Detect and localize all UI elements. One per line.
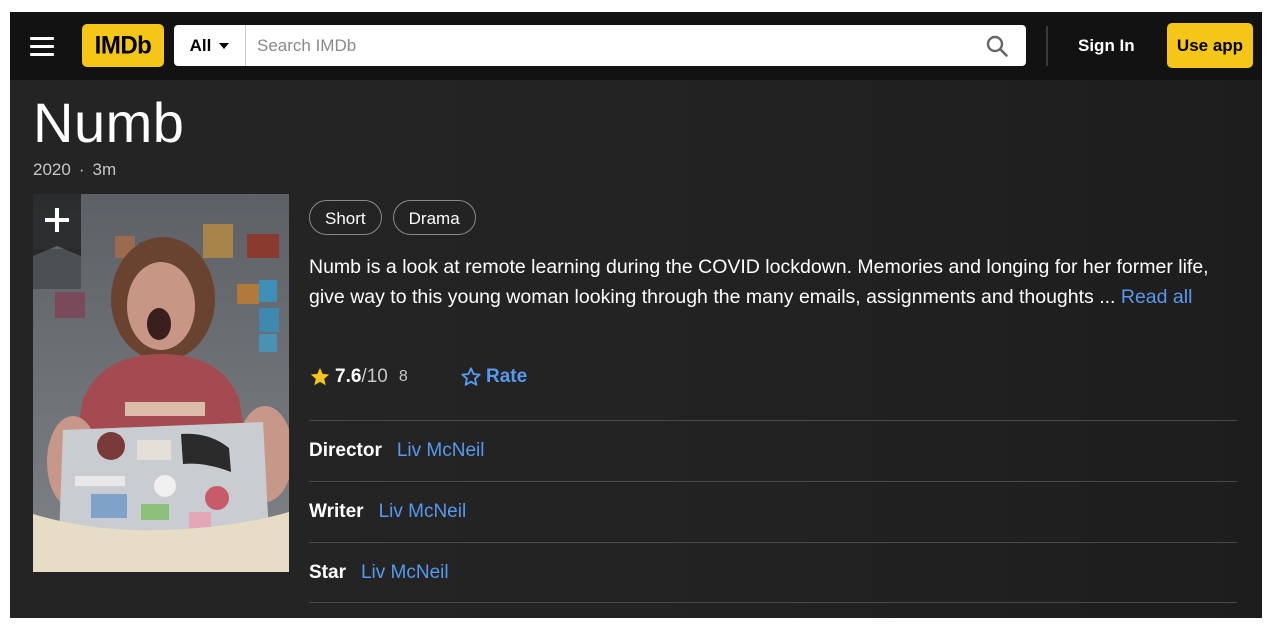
release-year[interactable]: 2020 — [33, 160, 71, 180]
credit-role-label[interactable]: Director — [309, 440, 382, 462]
plot-summary: Numb is a look at remote learning during… — [309, 252, 1209, 312]
menu-icon[interactable] — [24, 32, 60, 60]
search-bar: All — [174, 25, 1026, 66]
credit-name-link[interactable]: Liv McNeil — [397, 440, 485, 462]
add-to-watchlist-button[interactable] — [33, 194, 81, 260]
title-hero: Numb 2020 · 3m Short Drama Numb is a loo… — [10, 80, 1262, 618]
rate-label: Rate — [486, 366, 528, 387]
caret-down-icon — [219, 42, 230, 49]
poster-image[interactable] — [33, 194, 289, 572]
meta-separator: · — [78, 160, 85, 179]
credit-row-director: Director Liv McNeil — [309, 420, 1237, 481]
genre-chips: Short Drama — [309, 200, 476, 235]
search-input[interactable] — [246, 25, 968, 66]
imdb-rating[interactable]: 7.6 /10 8 — [309, 362, 408, 392]
title-metadata: 2020 · 3m — [33, 160, 116, 180]
read-all-link[interactable]: Read all — [1121, 286, 1193, 308]
genre-chip-short[interactable]: Short — [309, 200, 382, 235]
page-frame: IMDb All Sign In Use app Numb 2020 · 3m — [10, 12, 1262, 618]
use-app-button[interactable]: Use app — [1167, 23, 1253, 68]
imdb-logo[interactable]: IMDb — [82, 23, 164, 68]
credit-row-star: Star Liv McNeil — [309, 542, 1237, 603]
sign-in-button[interactable]: Sign In — [1070, 30, 1143, 62]
star-outline-icon — [461, 367, 481, 386]
credit-row-writer: Writer Liv McNeil — [309, 481, 1237, 542]
nav-divider — [1046, 26, 1048, 66]
credit-name-link[interactable]: Liv McNeil — [361, 562, 449, 584]
search-icon[interactable] — [968, 25, 1026, 66]
principal-credits: Director Liv McNeil Writer Liv McNeil St… — [309, 420, 1237, 603]
runtime: 3m — [92, 160, 117, 179]
rating-count: 8 — [398, 368, 408, 385]
credit-name-link[interactable]: Liv McNeil — [379, 501, 467, 523]
page-title: Numb — [33, 91, 185, 154]
credit-role-label[interactable]: Writer — [309, 501, 364, 523]
top-navigation: IMDb All Sign In Use app — [10, 12, 1262, 80]
star-icon — [310, 367, 330, 386]
rating-value: 7.6 — [335, 366, 362, 387]
search-category-label: All — [189, 35, 212, 55]
rating-out-of: /10 — [361, 366, 388, 387]
search-category-dropdown[interactable]: All — [174, 25, 246, 66]
plot-text: Numb is a look at remote learning during… — [309, 256, 1209, 308]
rate-button[interactable]: Rate — [460, 362, 527, 392]
credit-role-label[interactable]: Star — [309, 562, 346, 584]
genre-chip-drama[interactable]: Drama — [392, 200, 476, 235]
